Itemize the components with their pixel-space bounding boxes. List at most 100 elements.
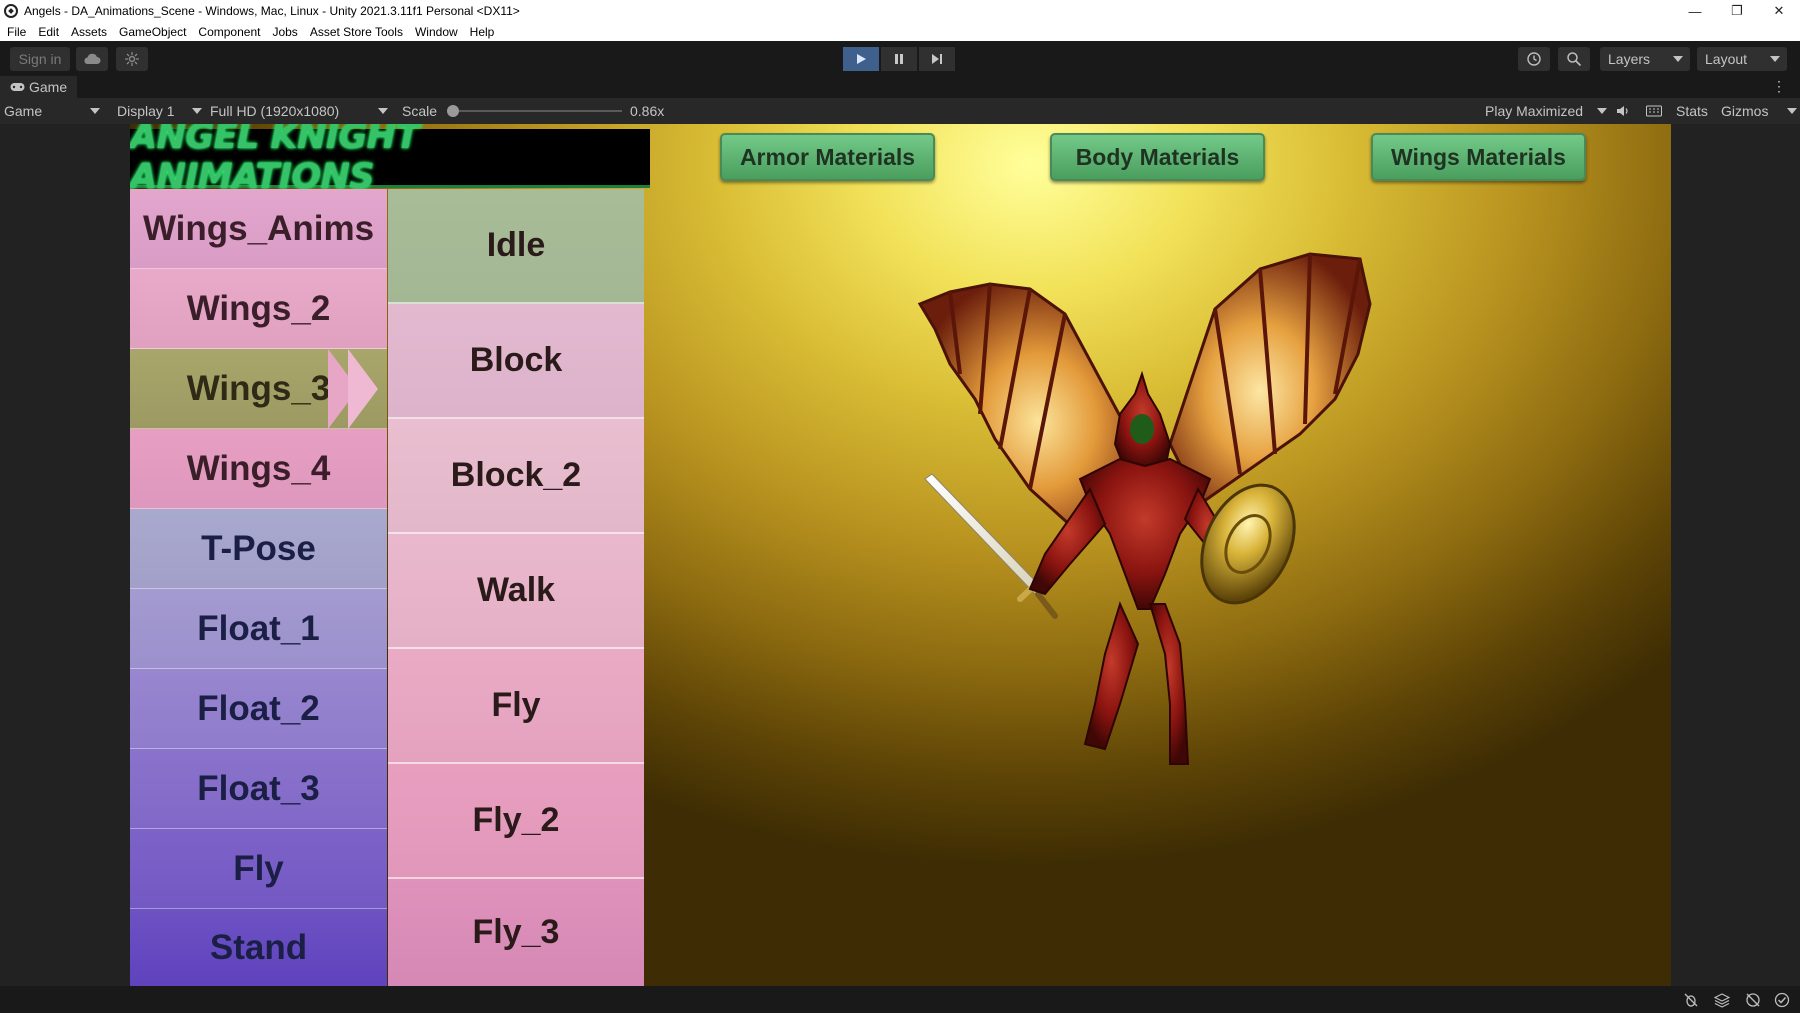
menu-file[interactable]: File (7, 25, 26, 39)
right-item-fly[interactable]: Fly (388, 649, 644, 764)
right-item-fly-3[interactable]: Fly_3 (388, 879, 644, 986)
gizmos-label: Gizmos (1721, 103, 1769, 119)
step-button[interactable] (919, 47, 955, 71)
left-item-float-2[interactable]: Float_2 (130, 669, 387, 749)
resolution-dropdown[interactable]: Full HD (1920x1080) (210, 98, 392, 124)
play-controls (843, 47, 955, 71)
right-item-block-2[interactable]: Block_2 (388, 419, 644, 534)
game-viewport[interactable]: ANGEL KNIGHT ANIMATIONS Armor Materials … (130, 124, 1671, 986)
body-materials-button[interactable]: Body Materials (1050, 133, 1265, 181)
menu-assets[interactable]: Assets (71, 25, 107, 39)
play-icon (857, 54, 866, 64)
status-bar (0, 986, 1800, 1013)
armor-materials-button[interactable]: Armor Materials (720, 133, 935, 181)
menu-edit[interactable]: Edit (38, 25, 59, 39)
scale-slider-handle[interactable] (447, 105, 459, 117)
scale-label: Scale (402, 103, 438, 119)
left-item-float-1[interactable]: Float_1 (130, 589, 387, 669)
left-item-fly[interactable]: Fly (130, 829, 387, 909)
stats-button[interactable]: Stats (1676, 98, 1708, 124)
unity-editor-window: Angels - DA_Animations_Scene - Windows, … (0, 0, 1800, 1013)
angel-knight-character (917, 252, 1372, 765)
tab-game-label: Game (29, 79, 68, 95)
left-item-wings-3-selected[interactable]: Wings_3 (130, 349, 387, 429)
game-view-controls: Game Display 1 Full HD (1920x1080) Scale… (0, 98, 1800, 124)
scale-slider-track[interactable] (452, 110, 622, 112)
display-dropdown[interactable]: Display 1 (117, 98, 205, 124)
layers-stack-icon[interactable] (1714, 992, 1730, 1008)
restore-button[interactable]: ❐ (1716, 0, 1758, 22)
right-item-fly-2[interactable]: Fly_2 (388, 764, 644, 879)
left-item-wings-anims[interactable]: Wings_Anims (130, 189, 387, 269)
pause-icon (895, 54, 903, 64)
chevron-down-icon (1787, 108, 1797, 114)
minimize-button[interactable]: — (1674, 0, 1716, 22)
menu-gameobject[interactable]: GameObject (119, 25, 186, 39)
view-mode-label: Game (4, 103, 43, 119)
banner-text: ANGEL KNIGHT ANIMATIONS (130, 124, 419, 197)
search-button[interactable] (1558, 47, 1590, 71)
more-options-icon[interactable]: ⋮ (1772, 78, 1786, 95)
main-toolbar: Sign in Layers Layout (0, 41, 1800, 76)
left-item-stand[interactable]: Stand (130, 909, 387, 986)
title-bar: Angels - DA_Animations_Scene - Windows, … (0, 0, 1800, 22)
check-circle-icon[interactable] (1774, 992, 1790, 1008)
gamepad-icon (10, 83, 25, 91)
left-item-t-pose[interactable]: T-Pose (130, 509, 387, 589)
chevron-down-icon (90, 108, 100, 114)
layout-dropdown[interactable]: Layout (1697, 47, 1787, 71)
right-item-block[interactable]: Block (388, 304, 644, 419)
left-item-wings-4[interactable]: Wings_4 (130, 429, 387, 509)
right-item-walk[interactable]: Walk (388, 534, 644, 649)
layout-label: Layout (1705, 51, 1748, 67)
menu-window[interactable]: Window (415, 25, 458, 39)
play-maximized-dropdown[interactable]: Play Maximized (1485, 98, 1607, 124)
menu-jobs[interactable]: Jobs (272, 25, 297, 39)
keyboard-button[interactable] (1646, 98, 1662, 124)
close-button[interactable]: ✕ (1758, 0, 1800, 22)
chevron-down-icon (1673, 56, 1683, 62)
menu-component[interactable]: Component (198, 25, 260, 39)
speaker-icon (1617, 106, 1628, 116)
bug-icon[interactable] (1683, 992, 1699, 1008)
banner-title: ANGEL KNIGHT ANIMATIONS (130, 124, 650, 197)
layers-label: Layers (1608, 51, 1651, 67)
cloud-icon (84, 53, 101, 64)
left-item-wings-2[interactable]: Wings_2 (130, 269, 387, 349)
window-title: Angels - DA_Animations_Scene - Windows, … (24, 4, 520, 18)
cloud-button[interactable] (76, 47, 108, 71)
search-icon (1567, 52, 1582, 67)
wings-materials-button[interactable]: Wings Materials (1371, 133, 1586, 181)
scale-value: 0.86x (630, 103, 665, 119)
collab-button[interactable] (116, 47, 148, 71)
menu-help[interactable]: Help (470, 25, 495, 39)
resolution-label: Full HD (1920x1080) (210, 103, 340, 119)
menu-bar: File Edit Assets GameObject Component Jo… (0, 22, 1800, 41)
history-button[interactable] (1518, 47, 1550, 71)
game-tab-bar: Game ⋮ (0, 76, 1800, 98)
right-item-idle-selected[interactable]: Idle (388, 189, 644, 304)
pause-button[interactable] (881, 47, 917, 71)
step-icon (932, 54, 942, 64)
history-icon (1527, 52, 1541, 66)
tab-game[interactable]: Game (0, 76, 78, 98)
chevron-down-icon (1770, 56, 1780, 62)
left-item-float-3[interactable]: Float_3 (130, 749, 387, 829)
menu-asset-store-tools[interactable]: Asset Store Tools (310, 25, 403, 39)
chevron-down-icon (378, 108, 388, 114)
view-mode-dropdown[interactable]: Game (4, 98, 104, 124)
gizmos-dropdown[interactable]: Gizmos (1721, 98, 1800, 124)
play-maximized-label: Play Maximized (1485, 103, 1584, 119)
sign-in-button[interactable]: Sign in (10, 47, 70, 71)
layers-dropdown[interactable]: Layers (1600, 47, 1690, 71)
mute-audio-button[interactable] (1616, 98, 1630, 124)
play-button[interactable] (843, 47, 879, 71)
chevron-down-icon (1597, 108, 1607, 114)
left-item-wings-3-label: Wings_3 (186, 368, 331, 408)
keyboard-icon (1646, 105, 1662, 117)
collab-icon (125, 52, 139, 66)
chevron-down-icon (192, 108, 202, 114)
progress-icon[interactable] (1745, 992, 1761, 1008)
unity-logo-icon (4, 4, 18, 18)
display-label: Display 1 (117, 103, 175, 119)
